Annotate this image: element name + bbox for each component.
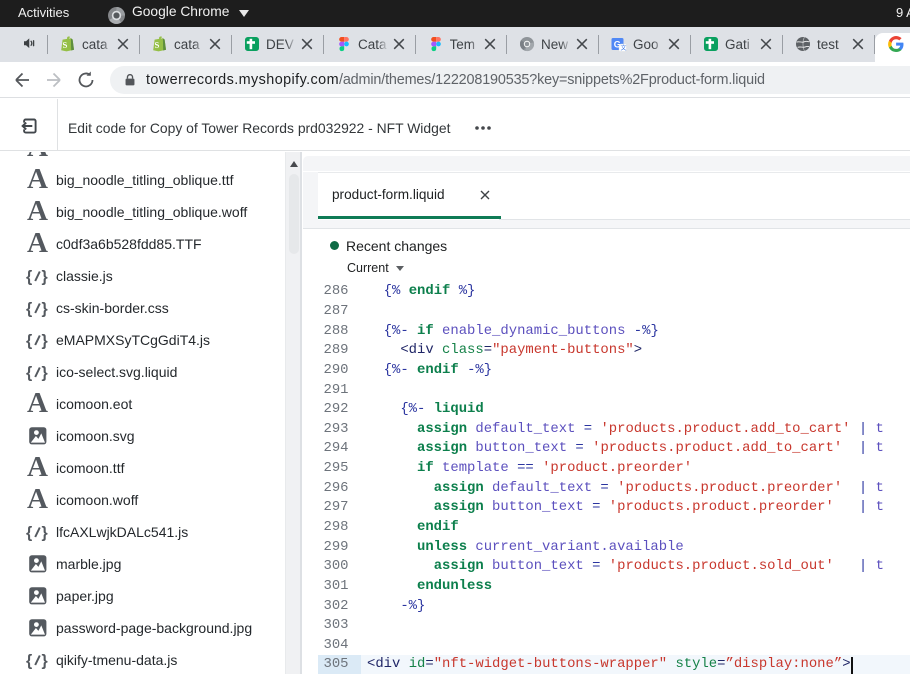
svg-text:}: } xyxy=(42,301,48,318)
svg-text:{: { xyxy=(26,269,32,286)
svg-text:}: } xyxy=(42,365,48,382)
svg-text:}: } xyxy=(42,333,48,350)
svg-text:文: 文 xyxy=(620,44,626,52)
svg-text:{: { xyxy=(26,301,32,318)
svg-text:{: { xyxy=(26,525,32,542)
svg-text:{: { xyxy=(26,653,32,670)
svg-text:{: { xyxy=(26,365,32,382)
svg-text:{: { xyxy=(26,333,32,350)
svg-text:}: } xyxy=(42,653,48,670)
svg-text:}: } xyxy=(42,525,48,542)
svg-text:}: } xyxy=(42,269,48,286)
